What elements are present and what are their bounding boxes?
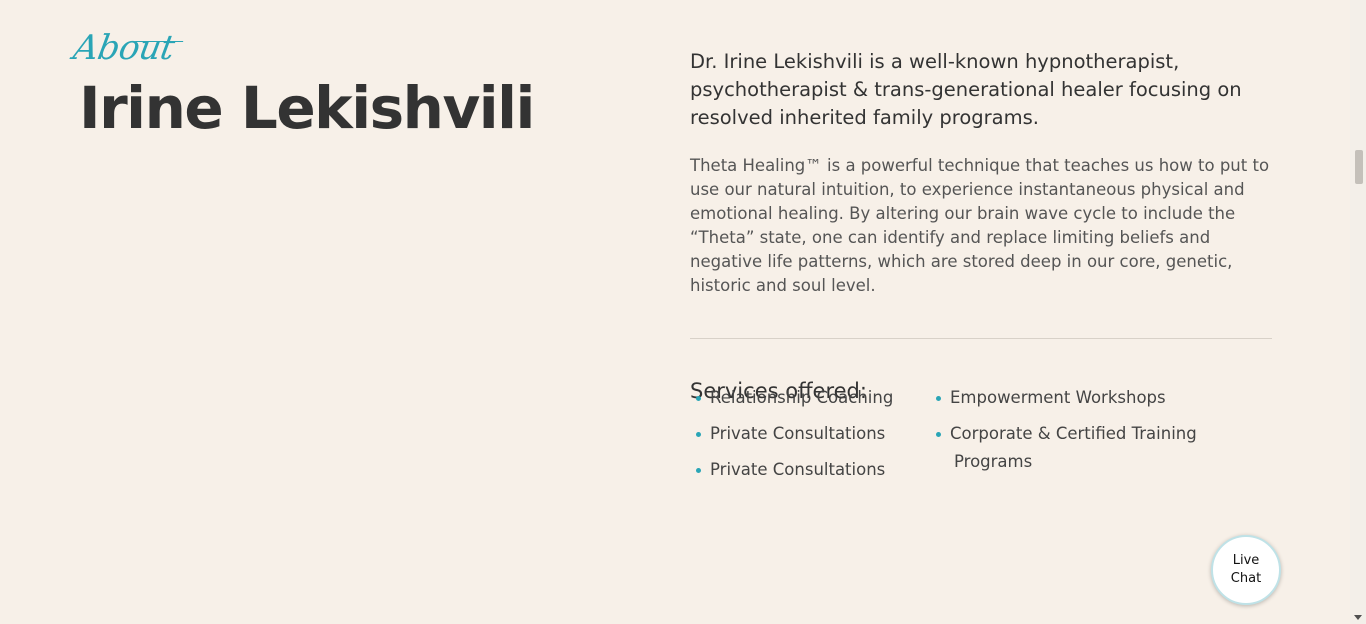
list-item: Private Consultations: [690, 420, 900, 448]
page-scrollbar[interactable]: [1350, 0, 1366, 624]
bullet-icon: [696, 468, 701, 473]
live-chat-label: Live Chat: [1230, 553, 1262, 586]
services-column-2: Empowerment Workshops Corporate & Certif…: [930, 384, 1200, 484]
bullet-icon: [936, 432, 941, 437]
list-item: Private Consultations: [690, 456, 900, 484]
services-wrapper: Relationship Coaching Private Consultati…: [690, 0, 1272, 624]
about-flourish: [135, 41, 184, 42]
bullet-icon: [696, 432, 701, 437]
service-label: Private Consultations: [710, 460, 886, 479]
live-chat-button[interactable]: Live Chat: [1211, 535, 1281, 605]
page-title: Irine Lekishvili: [79, 74, 535, 142]
scrollbar-thumb[interactable]: [1355, 150, 1363, 184]
bullet-icon: [936, 396, 941, 401]
list-item: Corporate & Certified Training Programs: [930, 420, 1200, 476]
about-label-text: About: [70, 28, 178, 68]
service-label: Empowerment Workshops: [950, 388, 1166, 407]
service-label: Corporate & Certified Training Programs: [950, 424, 1197, 471]
list-item: Relationship Coaching: [690, 384, 900, 412]
scroll-down-arrow-icon[interactable]: [1354, 615, 1362, 620]
list-item: Empowerment Workshops: [930, 384, 1200, 412]
service-label: Relationship Coaching: [710, 388, 894, 407]
bullet-icon: [696, 396, 701, 401]
service-label: Private Consultations: [710, 424, 886, 443]
services-column-1: Relationship Coaching Private Consultati…: [690, 384, 900, 492]
about-script-label: About: [70, 28, 184, 68]
